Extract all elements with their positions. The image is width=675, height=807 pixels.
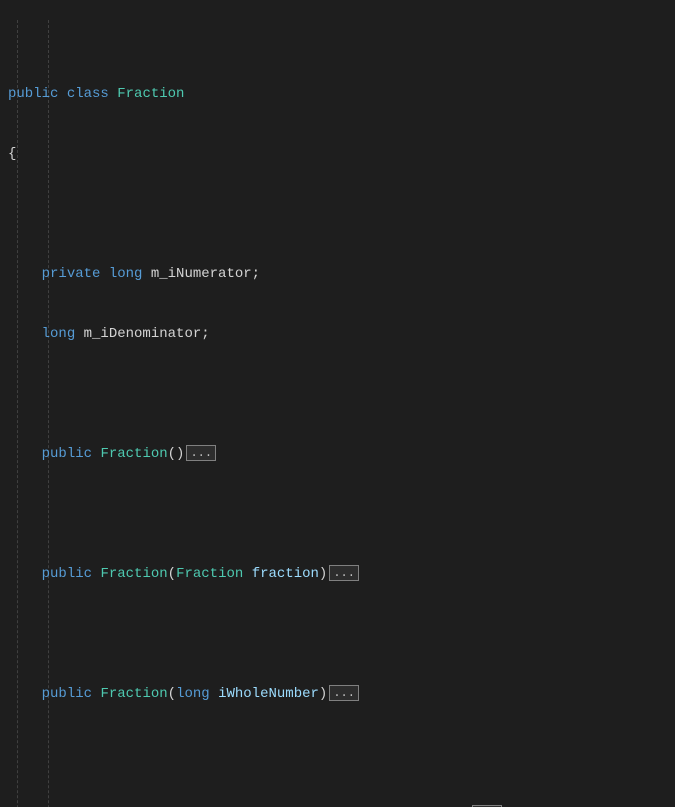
keyword-long: long (109, 266, 143, 282)
field-name: m_iDenominator (84, 326, 202, 342)
constructor-name: Fraction (100, 446, 167, 462)
keyword-private: private (42, 266, 101, 282)
code-line[interactable]: public Fraction(long iWholeNumber)... (0, 684, 675, 704)
code-line[interactable]: public Fraction(Fraction fraction)... (0, 564, 675, 584)
code-line[interactable]: private long m_iNumerator; (0, 264, 675, 284)
code-line[interactable]: { (0, 144, 675, 164)
field-name: m_iNumerator (151, 266, 252, 282)
keyword-class: class (67, 86, 109, 102)
blank-line[interactable] (0, 384, 675, 404)
fold-marker[interactable]: ... (329, 685, 359, 701)
code-editor[interactable]: public class Fraction { private long m_i… (0, 0, 675, 807)
type-name: Fraction (117, 86, 184, 102)
code-line[interactable]: long m_iDenominator; (0, 324, 675, 344)
blank-line[interactable] (0, 504, 675, 524)
code-line[interactable]: public class Fraction (0, 84, 675, 104)
parameter: fraction (252, 566, 319, 582)
fold-marker[interactable]: ... (186, 445, 216, 461)
blank-line[interactable] (0, 744, 675, 764)
blank-line[interactable] (0, 624, 675, 644)
blank-line[interactable] (0, 204, 675, 224)
keyword-long: long (42, 326, 76, 342)
brace-open: { (8, 146, 16, 162)
code-line[interactable]: public Fraction()... (0, 444, 675, 464)
keyword-public: public (8, 86, 58, 102)
fold-marker[interactable]: ... (329, 565, 359, 581)
